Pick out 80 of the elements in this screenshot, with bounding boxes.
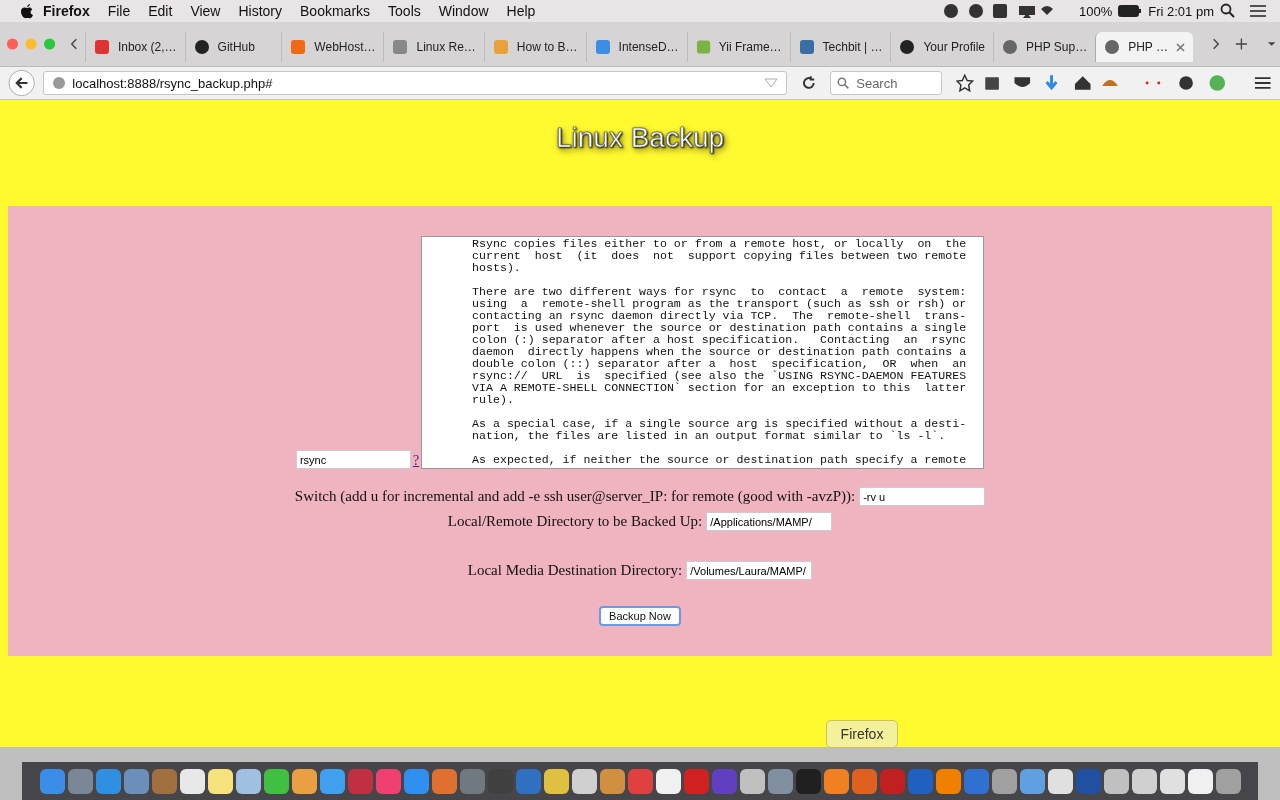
app-icon[interactable] (1187, 768, 1213, 794)
app-icon[interactable] (1131, 768, 1157, 794)
apple-logo-icon[interactable] (20, 3, 34, 19)
app-icon[interactable] (263, 768, 289, 794)
command-field[interactable]: rsync (295, 450, 411, 469)
browser-tab[interactable]: Your Profile (890, 32, 993, 62)
reload-icon[interactable] (800, 75, 817, 91)
app-icon[interactable] (935, 768, 961, 794)
menu-icon[interactable] (1254, 75, 1272, 91)
menu-item[interactable]: File (98, 3, 140, 19)
url-text: localhost:8888/rsync_backup.php# (72, 75, 273, 91)
browser-tab[interactable]: IntenseD… (585, 32, 687, 62)
app-icon[interactable] (207, 768, 233, 794)
battery-percentage: 100% (1078, 3, 1114, 19)
globe-icon (52, 76, 67, 90)
dock-tooltip: Firefox (826, 720, 898, 748)
battery-icon[interactable] (1118, 5, 1143, 17)
back-icon[interactable] (8, 69, 36, 97)
tab-favicon-icon (1002, 39, 1018, 55)
browser-tab[interactable]: Techbit | … (789, 32, 891, 62)
app-icon[interactable] (739, 768, 765, 794)
menu-item[interactable]: Tools (379, 3, 430, 19)
plus-icon[interactable] (1233, 36, 1249, 52)
browser-tab[interactable]: Linux Re… (383, 32, 484, 62)
app-icon[interactable] (1215, 768, 1241, 794)
dropdown-icon[interactable] (1266, 40, 1276, 48)
page-title: Linux Backup (555, 122, 725, 155)
url-field[interactable]: localhost:8888/rsync_backup.php# (43, 71, 787, 95)
tab-favicon-icon (798, 39, 815, 55)
backup-button[interactable]: Backup Now (599, 606, 681, 626)
tab-favicon-icon (392, 39, 409, 55)
clock[interactable]: Fri 2:01 pm (1142, 3, 1220, 19)
field-label: Switch (add u for incremental and add -e ssh user@server_IP: for remote (good with -avzP)): (294, 488, 856, 505)
app-icon[interactable] (235, 768, 261, 794)
app-icon[interactable] (991, 768, 1017, 794)
app-icon[interactable] (291, 768, 317, 794)
tab-favicon-icon (290, 39, 307, 55)
search-icon[interactable] (1220, 3, 1236, 19)
help-link[interactable]: ? (412, 453, 420, 469)
field-label: Local Media Destination Directory: (467, 562, 683, 579)
menu-item[interactable]: History (229, 3, 292, 19)
app-icon[interactable] (1047, 768, 1073, 794)
browser-tab[interactable]: WebHost… (281, 32, 384, 62)
tab-favicon-icon (193, 39, 210, 55)
app-icon[interactable] (571, 768, 597, 794)
browser-tab[interactable]: PHP … (1095, 32, 1193, 62)
app-icon[interactable] (823, 768, 849, 794)
menu-item[interactable]: Window (429, 3, 498, 19)
manual-text[interactable]: Rsync copies files either to or from a remote host, or locally on the current host (it does not support copying files between two remote hosts). There are two different ways for rsync to contact a remote system: using a remote-shell program as the transport (such as ssh or rsh) or contacting an rsync daemon directly via TCP. The remote-shell trans- port is used whenever the source or destination path contains a single colon (:) separator after a host specification. Contacting an rsync daemon directly happens when the source or destination path contains a double colon (::) separator after a host specification, OR when an rsync:// URL is specified (see also the `USING RSYNC-DAEMON FEATURES VIA A REMOTE-SHELL CONNECTION` section for an exception to this latter rule). As a special case, if a single source arg is specified without a desti- nation, the files are listed in an output format similar to `ls -l`. As expected, if neither the source or destination path specify a remote (421, 236, 985, 469)
text-field[interactable]: -rv u (859, 487, 986, 506)
text-field[interactable]: /Volumes/Laura/MAMP/ (686, 561, 813, 580)
search-field[interactable]: Search (830, 71, 942, 95)
app-icon[interactable] (655, 768, 681, 794)
app-icon[interactable] (179, 768, 205, 794)
tab-favicon-icon (695, 39, 711, 55)
tab-favicon-icon (1104, 39, 1121, 55)
browser-tab[interactable]: GitHub (184, 32, 282, 62)
app-icon[interactable] (1103, 768, 1129, 794)
window-controls-drawing[interactable] (6, 37, 58, 51)
app-icon[interactable] (319, 768, 345, 794)
app-icon[interactable] (1159, 768, 1185, 794)
text-field[interactable]: /Applications/MAMP/ (706, 512, 833, 531)
browser-tab[interactable]: How to B… (483, 32, 586, 62)
app-menu[interactable]: Firefox (34, 3, 99, 19)
tab-favicon-icon (93, 39, 110, 55)
browser-tab[interactable]: Inbox (2,… (84, 32, 185, 62)
tab-favicon-icon (594, 39, 611, 55)
menu-item[interactable]: Edit (139, 3, 182, 19)
app-icon[interactable] (543, 768, 569, 794)
search-icon (837, 76, 851, 90)
close-icon[interactable] (1175, 42, 1185, 52)
tab-favicon-icon (492, 39, 509, 55)
menu-item[interactable]: View (181, 3, 230, 19)
app-icon[interactable] (1019, 768, 1045, 794)
field-label: Local/Remote Directory to be Backed Up: (447, 513, 703, 530)
browser-tab[interactable]: Yii Frame… (686, 32, 790, 62)
app-icon[interactable] (599, 768, 625, 794)
menu-item[interactable]: Help (497, 3, 545, 19)
tab-favicon-icon (899, 39, 916, 55)
menu-item[interactable]: Bookmarks (291, 3, 380, 19)
